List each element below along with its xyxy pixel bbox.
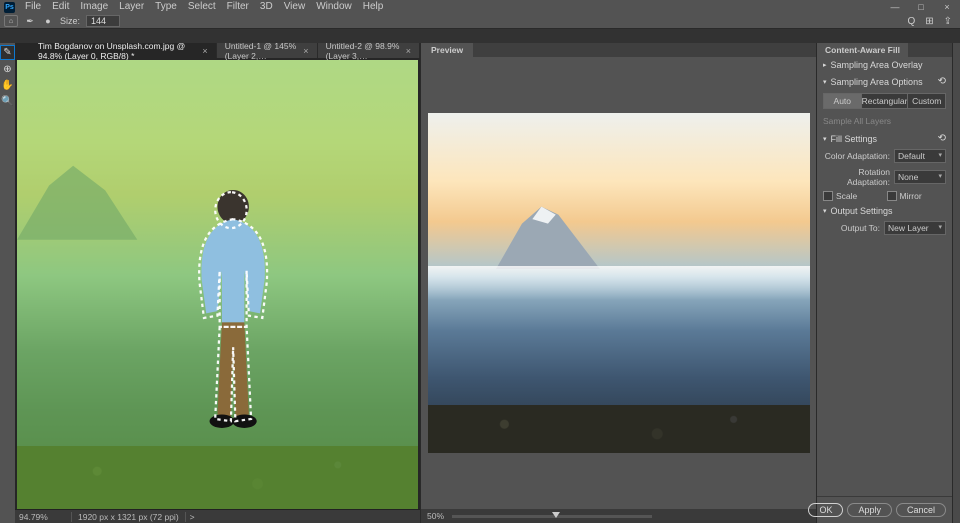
segment-auto[interactable]: Auto: [823, 93, 861, 109]
zoom-field[interactable]: 94.79%: [15, 512, 72, 522]
mirror-label: Mirror: [900, 191, 922, 201]
tool-preset-icon[interactable]: ✒: [24, 16, 36, 27]
workspace-icon[interactable]: ⊞: [925, 16, 933, 27]
brush-icon[interactable]: ●: [42, 16, 54, 26]
caf-panel: Content-Aware Fill ▸ Sampling Area Overla…: [816, 43, 952, 523]
color-adapt-dropdown[interactable]: Default▾: [894, 149, 946, 163]
win-max-icon[interactable]: □: [908, 0, 934, 14]
preview-image[interactable]: [428, 113, 810, 453]
tool-sampling-brush[interactable]: ✎: [0, 45, 15, 60]
chevron-down-icon: ▾: [823, 207, 827, 215]
output-to-dropdown[interactable]: New Layer▾: [884, 221, 946, 235]
preview-zoom[interactable]: 50%: [427, 511, 444, 521]
preview-tab[interactable]: Preview: [421, 43, 473, 57]
segment-custom[interactable]: Custom: [907, 93, 946, 109]
cancel-button[interactable]: Cancel: [896, 503, 946, 517]
size-input[interactable]: 144: [86, 15, 120, 27]
section-label: Sampling Area Overlay: [831, 60, 923, 70]
sampling-mode-segment: Auto Rectangular Custom: [823, 93, 946, 109]
menu-3d[interactable]: 3D: [255, 0, 278, 14]
segment-rectangular[interactable]: Rectangular: [861, 93, 908, 109]
document-tab[interactable]: Untitled-1 @ 145% (Layer 2,… ×: [217, 43, 318, 58]
chevron-down-icon: ▾: [938, 222, 942, 234]
tab-label: Untitled-2 @ 98.9% (Layer 3,…: [326, 41, 400, 61]
win-min-icon[interactable]: —: [882, 0, 908, 14]
sample-all-layers: Sample All Layers: [817, 112, 952, 130]
tool-zoom[interactable]: 🔍: [1, 95, 14, 108]
menu-file[interactable]: File: [20, 0, 46, 14]
menu-window[interactable]: Window: [311, 0, 357, 14]
close-icon[interactable]: ×: [303, 46, 308, 56]
menu-bar: Ps File Edit Image Layer Type Select Fil…: [0, 0, 960, 14]
home-icon[interactable]: ⌂: [4, 15, 18, 27]
menu-edit[interactable]: Edit: [47, 0, 74, 14]
preview-pane: Preview 50%: [420, 43, 816, 523]
share-icon[interactable]: ⇪: [944, 16, 952, 27]
tab-label: Untitled-1 @ 145% (Layer 2,…: [225, 41, 298, 61]
section-output[interactable]: ▾ Output Settings: [817, 203, 952, 219]
menu-view[interactable]: View: [279, 0, 311, 14]
zoom-slider[interactable]: [452, 515, 652, 518]
menu-image[interactable]: Image: [75, 0, 113, 14]
section-sampling-options[interactable]: ▾ Sampling Area Options ⟲: [817, 73, 952, 90]
close-icon[interactable]: ×: [406, 46, 411, 56]
close-icon[interactable]: ×: [202, 46, 207, 56]
chevron-down-icon: ▾: [823, 135, 827, 143]
size-label: Size:: [60, 16, 80, 26]
color-adapt-label: Color Adaptation:: [823, 151, 894, 161]
mirror-checkbox[interactable]: [887, 191, 897, 201]
menu-help[interactable]: Help: [358, 0, 389, 14]
document-tab[interactable]: Untitled-2 @ 98.9% (Layer 3,… ×: [318, 43, 420, 58]
tool-palette: ✎ ⊕ ✋ 🔍: [0, 43, 15, 523]
tool-hand[interactable]: ✋: [1, 79, 14, 92]
canvas[interactable]: [17, 60, 418, 509]
section-fill-settings[interactable]: ▾ Fill Settings ⟲: [817, 130, 952, 147]
menu-filter[interactable]: Filter: [222, 0, 254, 14]
menu-layer[interactable]: Layer: [114, 0, 149, 14]
win-close-icon[interactable]: ×: [934, 0, 960, 14]
section-label: Output Settings: [831, 206, 893, 216]
reset-icon[interactable]: ⟲: [938, 76, 946, 87]
section-label: Fill Settings: [831, 134, 878, 144]
ok-button[interactable]: OK: [808, 503, 843, 517]
selection-subject: [177, 172, 289, 477]
chevron-right-icon: ▸: [823, 61, 827, 69]
collapsed-panels-gutter[interactable]: [952, 43, 960, 523]
options-bar: ⌂ ✒ ● Size: 144 Q ⊞ ⇪: [0, 14, 960, 29]
chevron-down-icon: ▾: [938, 171, 942, 183]
panel-title: Content-Aware Fill: [817, 43, 908, 57]
apply-button[interactable]: Apply: [847, 503, 892, 517]
app-logo: Ps: [4, 2, 15, 13]
scale-checkbox[interactable]: [823, 191, 833, 201]
document-tab[interactable]: Tim Bogdanov on Unsplash.com.jpg @ 94.8%…: [30, 43, 217, 58]
document-tabs: Tim Bogdanov on Unsplash.com.jpg @ 94.8%…: [30, 43, 420, 58]
section-sampling-overlay[interactable]: ▸ Sampling Area Overlay: [817, 57, 952, 73]
section-label: Sampling Area Options: [831, 77, 923, 87]
search-icon[interactable]: Q: [907, 16, 915, 27]
output-to-label: Output To:: [823, 223, 884, 233]
tab-label: Tim Bogdanov on Unsplash.com.jpg @ 94.8%…: [38, 41, 196, 61]
chevron-down-icon: ▾: [938, 150, 942, 162]
document-pane: Tim Bogdanov on Unsplash.com.jpg @ 94.8%…: [15, 43, 420, 523]
scale-label: Scale: [836, 191, 857, 201]
doc-info[interactable]: 1920 px x 1321 px (72 ppi): [72, 512, 186, 522]
reset-icon[interactable]: ⟲: [938, 133, 946, 144]
status-bar: 94.79% 1920 px x 1321 px (72 ppi) >: [15, 509, 420, 523]
preview-status: 50%: [421, 509, 816, 523]
status-more-icon[interactable]: >: [186, 512, 199, 522]
tool-lasso[interactable]: ⊕: [1, 63, 14, 76]
rotation-adapt-label: Rotation Adaptation:: [823, 167, 894, 187]
rotation-adapt-dropdown[interactable]: None▾: [894, 170, 946, 184]
menu-type[interactable]: Type: [150, 0, 182, 14]
chevron-down-icon: ▾: [823, 78, 827, 86]
menu-select[interactable]: Select: [183, 0, 221, 14]
